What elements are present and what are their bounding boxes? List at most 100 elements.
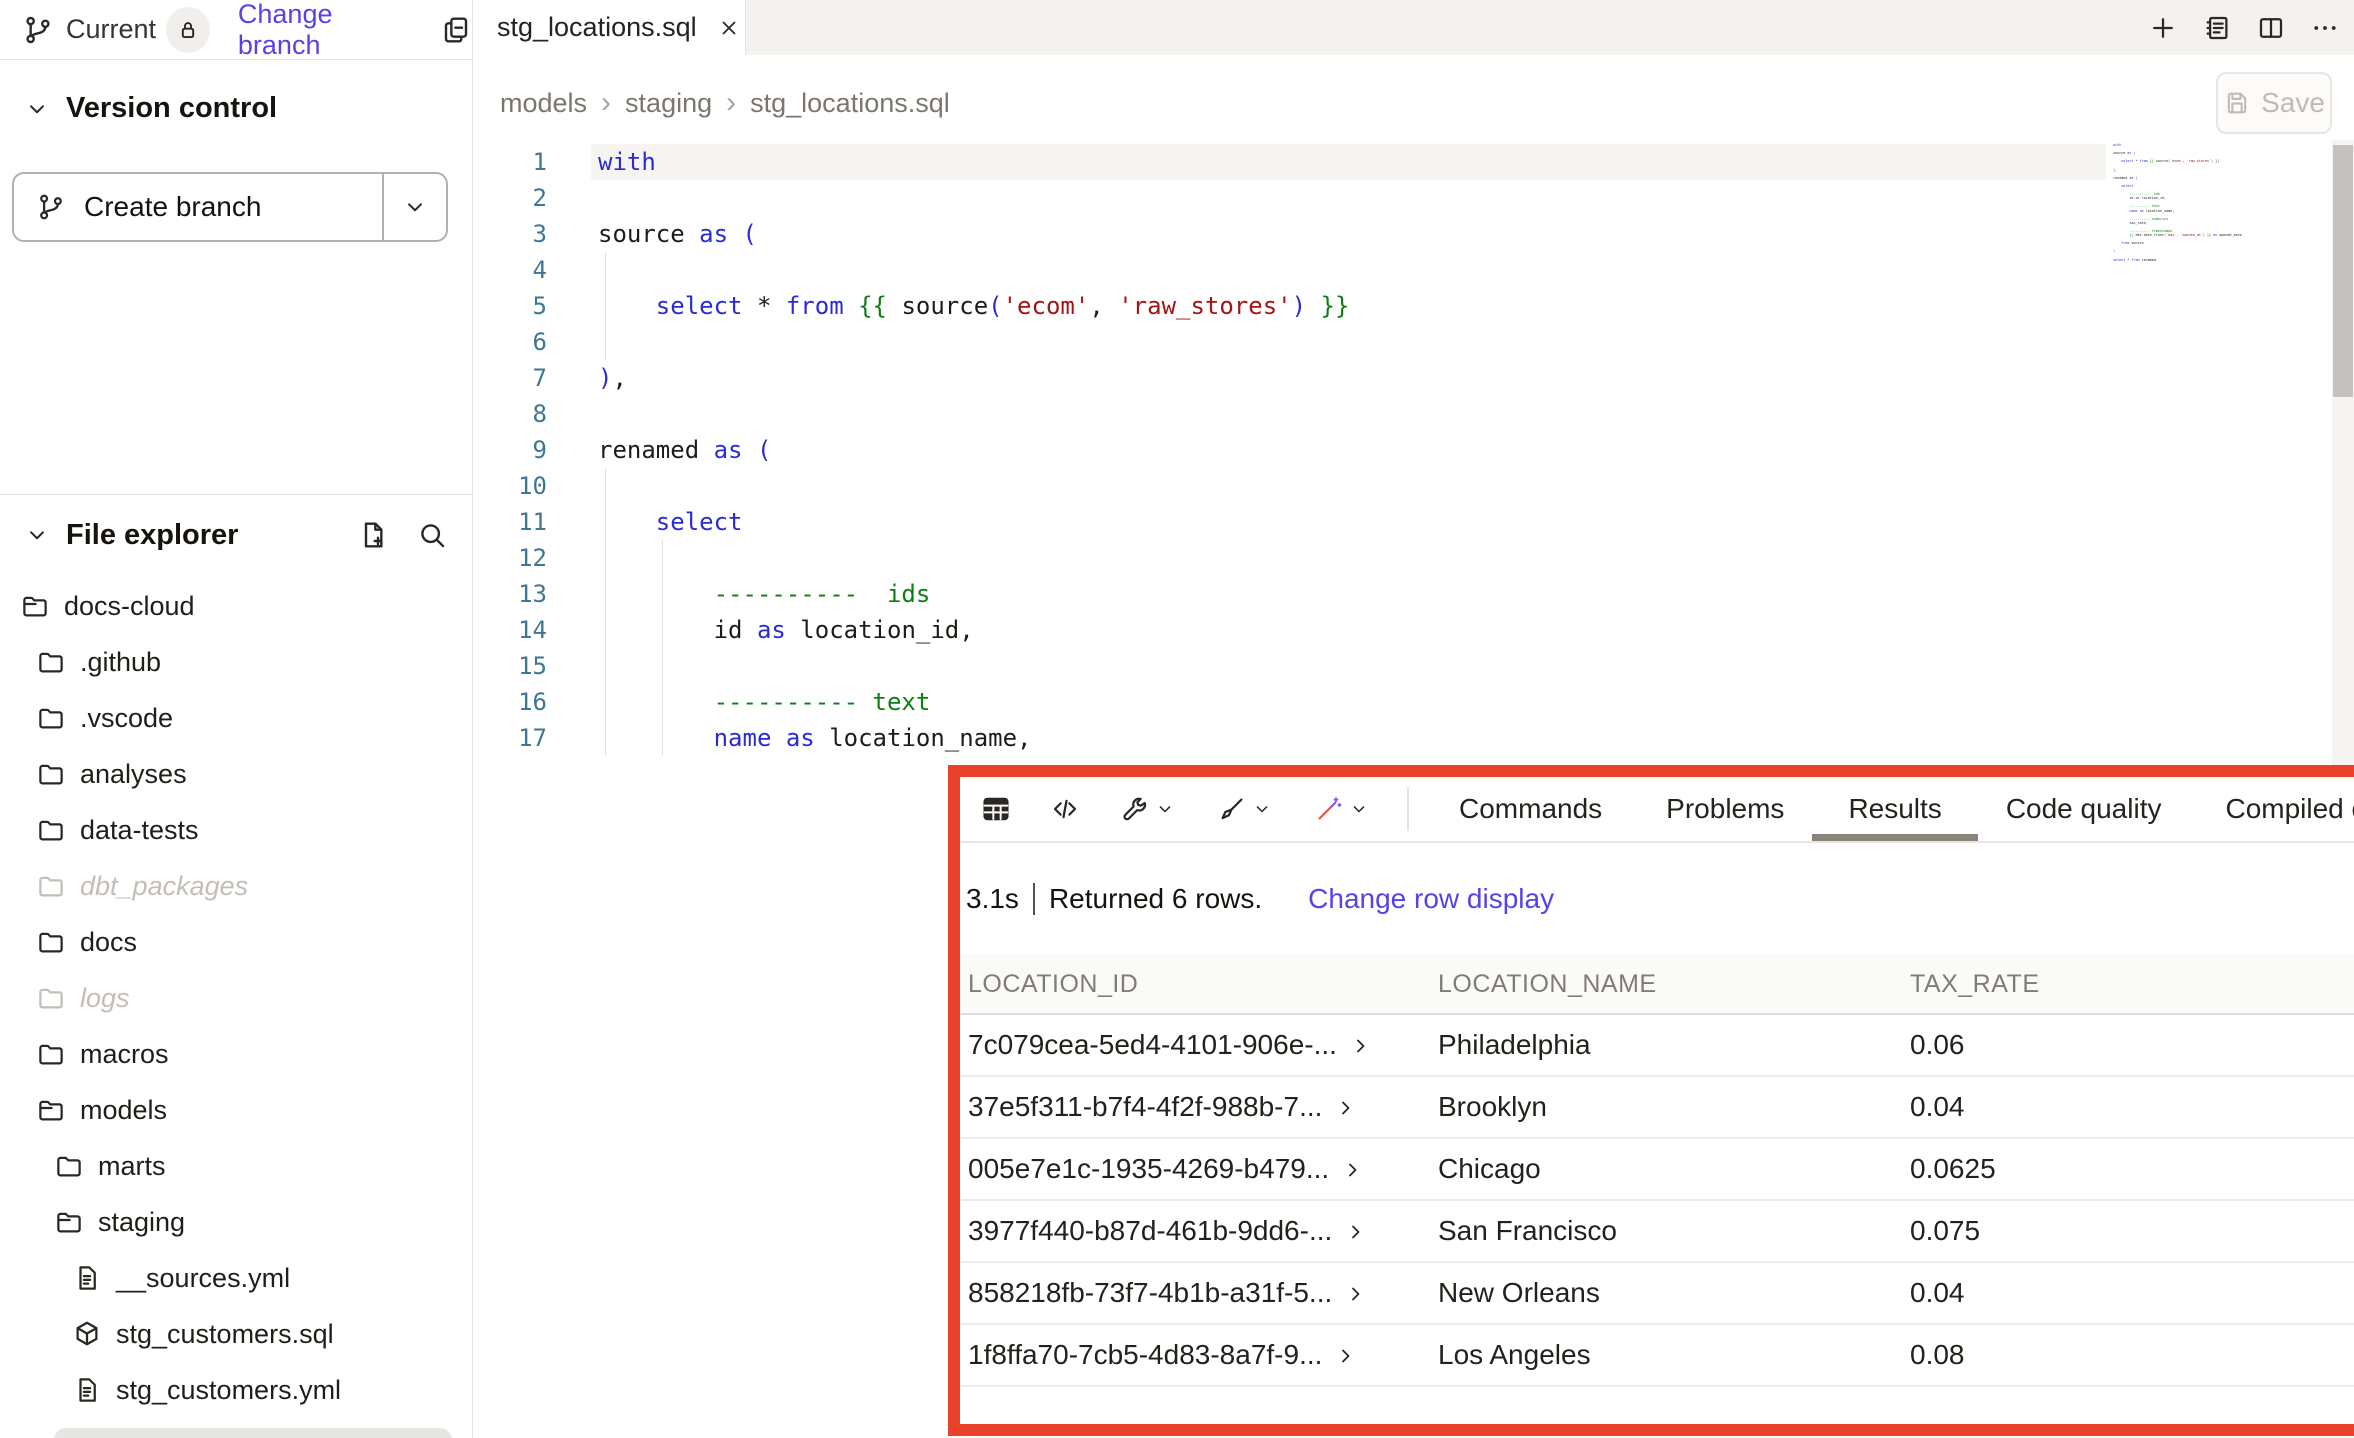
folder-icon (36, 983, 66, 1013)
file-tree-item-docs-cloud[interactable]: docs-cloud (0, 578, 472, 634)
code-text: renamed as ( (598, 432, 771, 468)
expand-cell-icon[interactable] (1334, 1343, 1358, 1367)
split-view-icon[interactable] (2256, 13, 2286, 43)
line-number: 14 (473, 612, 547, 648)
file-tree-item-label: docs-cloud (64, 591, 195, 622)
line-number: 16 (473, 684, 547, 720)
create-branch-dropdown[interactable] (382, 174, 446, 240)
file-tree-item--vscode[interactable]: .vscode (0, 690, 472, 746)
line-number: 6 (473, 324, 547, 360)
line-number: 2 (473, 180, 547, 216)
file-tree-item-label: logs (80, 983, 130, 1014)
code-line-9: 9renamed as ( (473, 432, 2354, 468)
panel-tab-commands[interactable]: Commands (1459, 777, 1602, 841)
editor-scrollbar-thumb[interactable] (2333, 145, 2353, 397)
expand-cell-icon[interactable] (1344, 1281, 1368, 1305)
table-row: 37e5f311-b7f4-4f2f-988b-7...Brooklyn0.04… (960, 1077, 2354, 1139)
lock-icon (175, 17, 201, 43)
code-line-3: 3source as ( (473, 216, 2354, 252)
code-view-icon[interactable] (1050, 794, 1080, 824)
save-floppy-icon (2223, 89, 2251, 117)
ai-fix-tool-group[interactable] (1314, 794, 1369, 824)
code-line-1: 1with (473, 144, 2354, 180)
model-icon (72, 1319, 102, 1349)
breadcrumb-separator: › (724, 86, 738, 120)
code-text: select (598, 504, 743, 540)
new-tab-plus-icon[interactable] (2148, 13, 2178, 43)
file-tree-item-label: .vscode (80, 703, 173, 734)
file-tree-item-stg-customers-sql[interactable]: stg_customers.sql (0, 1306, 472, 1362)
close-icon[interactable] (717, 16, 741, 40)
file-tree-item-macros[interactable]: macros (0, 1026, 472, 1082)
version-control-section-header[interactable]: Version control (24, 92, 277, 125)
code-editor[interactable]: 1with23source as (45 select * from {{ so… (473, 140, 2354, 765)
panel-tab-code-quality[interactable]: Code quality (2006, 777, 2162, 841)
file-tree-item-models[interactable]: models (0, 1082, 472, 1138)
code-text: name as location_name, (598, 720, 1032, 756)
breadcrumb-item[interactable]: models (500, 88, 587, 119)
file-tree-item-stg-customers-yml[interactable]: stg_customers.yml (0, 1362, 472, 1418)
change-branch-link[interactable]: Change branch (238, 0, 414, 61)
code-line-17: 17 name as location_name, (473, 720, 2354, 756)
file-tree-item-data-tests[interactable]: data-tests (0, 802, 472, 858)
wrench-icon (1120, 794, 1150, 824)
table-row: 858218fb-73f7-4b1b-a31f-5...New Orleans0… (960, 1263, 2354, 1325)
indent-guide (605, 684, 606, 720)
file-tree-item-analyses[interactable]: analyses (0, 746, 472, 802)
build-tool-group[interactable] (1120, 794, 1175, 824)
folder-icon (54, 1151, 84, 1181)
new-file-icon[interactable] (358, 519, 390, 551)
chevron-down-icon (1349, 799, 1369, 819)
indent-guide (662, 576, 663, 612)
panel-tab-results[interactable]: Results (1848, 777, 1941, 841)
line-number: 1 (473, 144, 547, 180)
notebook-panel-icon[interactable] (2202, 13, 2232, 43)
toolbar-divider (1407, 787, 1409, 831)
table-row: 7c079cea-5ed4-4101-906e-...Philadelphia0… (960, 1015, 2354, 1077)
save-button[interactable]: Save (2216, 72, 2332, 134)
branch-topbar: Current Change branch (0, 0, 472, 60)
file-explorer-title: File explorer (66, 519, 238, 552)
file-tree-item--github[interactable]: .github (0, 634, 472, 690)
file-tree-item-logs[interactable]: logs (0, 970, 472, 1026)
file-tree-item-staging[interactable]: staging (0, 1194, 472, 1250)
expand-cell-icon[interactable] (1349, 1033, 1373, 1057)
file-tree-item-dbt-packages[interactable]: dbt_packages (0, 858, 472, 914)
line-number: 13 (473, 576, 547, 612)
chevron-down-icon[interactable] (24, 522, 50, 548)
column-header-tax_rate: TAX_RATE (1910, 970, 2354, 999)
search-icon[interactable] (416, 519, 448, 551)
line-number: 8 (473, 396, 547, 432)
cell-location-name: New Orleans (1438, 1277, 1910, 1309)
breadcrumb-item[interactable]: stg_locations.sql (750, 88, 950, 119)
more-options-icon[interactable] (2310, 13, 2340, 43)
cell-location-name: Philadelphia (1438, 1029, 1910, 1061)
file-tree-item-marts[interactable]: marts (0, 1138, 472, 1194)
code-line-4: 4 (473, 252, 2354, 288)
copy-icon[interactable] (440, 14, 472, 46)
breadcrumb-item[interactable]: staging (625, 88, 712, 119)
git-branch-icon (22, 14, 54, 46)
change-row-display-link[interactable]: Change row display (1308, 883, 1554, 915)
line-number: 11 (473, 504, 547, 540)
file-tree-item-docs[interactable]: docs (0, 914, 472, 970)
panel-tab-compiled-code[interactable]: Compiled code (2225, 777, 2354, 841)
create-branch-main[interactable]: Create branch (14, 174, 382, 240)
git-branch-icon (36, 192, 66, 222)
file-tree-item--sources-yml[interactable]: __sources.yml (0, 1250, 472, 1306)
tab-stg-locations[interactable]: stg_locations.sql (473, 0, 746, 55)
code-line-11: 11 select (473, 504, 2354, 540)
file-tree-item-label: staging (98, 1207, 185, 1238)
file-tree-item-label: .github (80, 647, 161, 678)
expand-cell-icon[interactable] (1341, 1157, 1365, 1181)
table-view-icon[interactable] (980, 793, 1012, 825)
expand-cell-icon[interactable] (1344, 1219, 1368, 1243)
panel-tab-problems[interactable]: Problems (1666, 777, 1784, 841)
code-text: id as location_id, (598, 612, 974, 648)
expand-cell-icon[interactable] (1334, 1095, 1358, 1119)
column-header-location_id: LOCATION_ID (968, 970, 1438, 999)
format-tool-group[interactable] (1217, 794, 1272, 824)
breadcrumb: models›staging›stg_locations.sql (500, 75, 950, 131)
file-tree-selected-item[interactable] (54, 1428, 452, 1438)
editor-minimap[interactable]: with source as ( select * from {{ source… (2113, 143, 2305, 268)
